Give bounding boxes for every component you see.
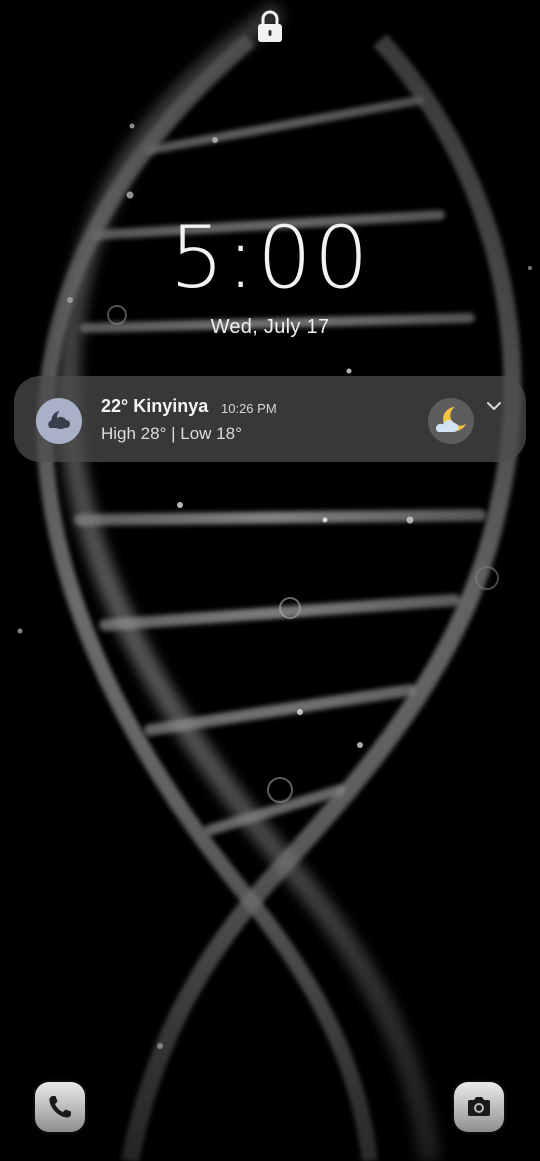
lockscreen-date: Wed, July 17	[210, 316, 330, 338]
notification-title: 22° Kinyinya	[101, 396, 209, 416]
dna-wallpaper	[0, 0, 540, 1161]
lock-icon	[258, 10, 282, 42]
partly-cloudy-night-icon	[428, 398, 474, 444]
phone-icon	[49, 1096, 71, 1118]
weather-notification[interactable]: 22° Kinyinya 10:26 PM High 28° | Low 18°	[14, 376, 526, 462]
lockscreen-clock: 5:00	[169, 208, 371, 308]
phone-shortcut-button[interactable]	[35, 1082, 85, 1132]
notification-body: High 28° | Low 18°	[101, 424, 242, 443]
camera-shortcut-button[interactable]	[454, 1082, 504, 1132]
camera-icon	[468, 1097, 490, 1116]
notification-time: 10:26 PM	[221, 401, 277, 416]
chevron-down-icon[interactable]	[484, 396, 504, 416]
weather-app-icon	[36, 398, 82, 444]
